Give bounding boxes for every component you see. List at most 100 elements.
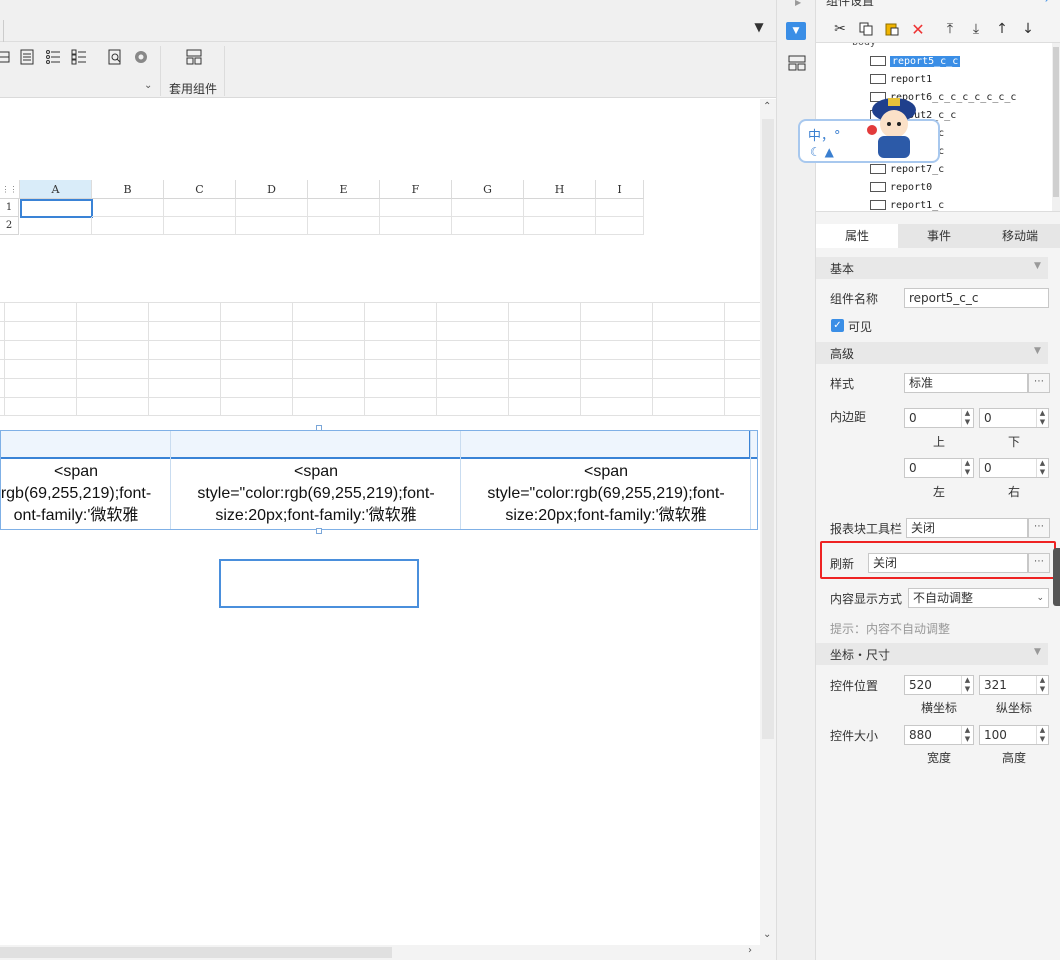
section-basic[interactable]: 基本 ▼: [816, 257, 1048, 279]
padding-bottom-stepper[interactable]: 0 ▲ ▼: [979, 408, 1049, 428]
vertical-scrollbar[interactable]: ⌃ ⌄: [760, 99, 776, 945]
scroll-up-icon[interactable]: ⌃: [763, 101, 771, 112]
apply-component-label[interactable]: 套用组件: [169, 80, 217, 97]
cell[interactable]: [164, 217, 236, 235]
select-all-corner[interactable]: ⋮⋮: [0, 180, 20, 199]
tree-node[interactable]: report1_c: [870, 197, 944, 211]
column-header[interactable]: E: [308, 180, 380, 199]
stepper-arrows-icon[interactable]: ▲ ▼: [1036, 459, 1048, 477]
preview-icon[interactable]: [106, 48, 124, 66]
row-header[interactable]: 2: [0, 217, 19, 235]
grid-area[interactable]: [0, 302, 760, 416]
scroll-thumb[interactable]: [0, 947, 392, 958]
pos-y-stepper[interactable]: 321 ▲ ▼: [979, 675, 1049, 695]
tree-node[interactable]: report7_c: [870, 161, 944, 177]
tree-root-label[interactable]: body: [852, 43, 876, 48]
column-header[interactable]: G: [452, 180, 524, 199]
cell[interactable]: [596, 199, 644, 217]
column-header[interactable]: B: [92, 180, 164, 199]
chevron-down-icon[interactable]: ⌄: [144, 80, 152, 91]
stepper-arrows-icon[interactable]: ▲ ▼: [1036, 409, 1048, 427]
side-handle[interactable]: [1053, 548, 1060, 606]
cell[interactable]: [380, 217, 452, 235]
cell[interactable]: [308, 217, 380, 235]
stepper-arrows-icon[interactable]: ▲ ▼: [961, 409, 973, 427]
report-header-row[interactable]: [1, 431, 757, 459]
column-header[interactable]: A: [20, 180, 92, 199]
tree-node[interactable]: report0: [870, 179, 932, 195]
height-stepper[interactable]: 100 ▲ ▼: [979, 725, 1049, 745]
checklist-icon[interactable]: [70, 48, 88, 66]
cell[interactable]: [92, 217, 164, 235]
style-input[interactable]: 标准: [904, 373, 1028, 393]
cell[interactable]: [308, 199, 380, 217]
report-toolbar-input[interactable]: 关闭: [906, 518, 1028, 538]
moon-icon[interactable]: ☾ ▲: [810, 145, 834, 159]
tab-properties[interactable]: 属性: [816, 224, 898, 248]
delete-icon[interactable]: ✕: [908, 19, 928, 39]
tab-events[interactable]: 事件: [898, 224, 980, 248]
report-cell-text[interactable]: <span rgb(69,255,219);font- ont-family:'…: [0, 461, 171, 527]
resize-handle[interactable]: [316, 528, 322, 534]
paste-icon[interactable]: [882, 19, 902, 39]
cell[interactable]: [236, 199, 308, 217]
cell[interactable]: [452, 217, 524, 235]
stepper-arrows-icon[interactable]: ▲ ▼: [961, 459, 973, 477]
section-coords[interactable]: 坐标・尺寸 ▼: [816, 643, 1048, 665]
horizontal-scrollbar[interactable]: ›: [0, 945, 776, 960]
report-block-widget[interactable]: <span rgb(69,255,219);font- ont-family:'…: [0, 430, 758, 530]
apply-component-icon[interactable]: [185, 48, 203, 66]
scroll-thumb[interactable]: [762, 119, 774, 739]
cell[interactable]: [380, 199, 452, 217]
report-cell-text[interactable]: <span style="color:rgb(69,255,219);font-…: [461, 461, 751, 527]
component-settings-icon[interactable]: ▼: [786, 22, 806, 40]
report-toolbar-more-button[interactable]: ⋯: [1028, 518, 1050, 538]
visible-checkbox[interactable]: ✓: [831, 319, 844, 332]
cell[interactable]: [236, 217, 308, 235]
width-stepper[interactable]: 880 ▲ ▼: [904, 725, 974, 745]
collapse-toolbar-icon[interactable]: ▼: [752, 20, 766, 34]
copy-icon[interactable]: [856, 19, 876, 39]
scroll-thumb[interactable]: [1053, 47, 1059, 197]
cell[interactable]: [596, 217, 644, 235]
cell[interactable]: [524, 199, 596, 217]
column-header[interactable]: F: [380, 180, 452, 199]
active-cell[interactable]: [20, 199, 93, 218]
tree-node[interactable]: report5_c_c: [870, 53, 961, 69]
padding-left-stepper[interactable]: 0 ▲ ▼: [904, 458, 974, 478]
cell-element-icon[interactable]: [0, 48, 12, 66]
stepper-arrows-icon[interactable]: ▲ ▼: [1036, 676, 1048, 694]
padding-top-stepper[interactable]: 0 ▲ ▼: [904, 408, 974, 428]
cell[interactable]: [524, 217, 596, 235]
column-header[interactable]: I: [596, 180, 644, 199]
stepper-arrows-icon[interactable]: ▲ ▼: [961, 726, 973, 744]
pos-x-stepper[interactable]: 520 ▲ ▼: [904, 675, 974, 695]
column-header[interactable]: D: [236, 180, 308, 199]
stepper-arrows-icon[interactable]: ▲ ▼: [1036, 726, 1048, 744]
gear-icon[interactable]: [132, 48, 150, 66]
tab-mobile[interactable]: 移动端: [980, 224, 1060, 248]
move-up-icon[interactable]: ↑: [992, 19, 1012, 39]
cell[interactable]: [20, 217, 92, 235]
stepper-arrows-icon[interactable]: ▲ ▼: [961, 676, 973, 694]
move-down-icon[interactable]: ↓: [1018, 19, 1038, 39]
section-advanced[interactable]: 高级 ▼: [816, 342, 1048, 364]
move-top-icon[interactable]: ⤒: [940, 19, 960, 39]
cell[interactable]: [164, 199, 236, 217]
form-icon[interactable]: [18, 48, 36, 66]
display-mode-select[interactable]: 不自动调整 ⌄: [908, 588, 1049, 608]
tree-node[interactable]: report1: [870, 71, 932, 87]
column-header[interactable]: H: [524, 180, 596, 199]
cell[interactable]: [92, 199, 164, 217]
style-more-button[interactable]: ⋯: [1028, 373, 1050, 393]
empty-widget-box[interactable]: [219, 559, 419, 608]
padding-right-stepper[interactable]: 0 ▲ ▼: [979, 458, 1049, 478]
arrow-right-icon[interactable]: ▶: [795, 0, 801, 7]
scroll-right-icon[interactable]: ›: [748, 945, 752, 956]
report-cell-text[interactable]: <span style="color:rgb(69,255,219);font-…: [171, 461, 461, 527]
tree-scrollbar[interactable]: [1052, 43, 1060, 211]
cell[interactable]: [452, 199, 524, 217]
move-bottom-icon[interactable]: ⤓: [966, 19, 986, 39]
form-canvas[interactable]: ⋮⋮ A B C D E F G H I 1 2 <span rgb(69,25…: [0, 99, 760, 945]
name-input[interactable]: report5_c_c: [904, 288, 1049, 308]
